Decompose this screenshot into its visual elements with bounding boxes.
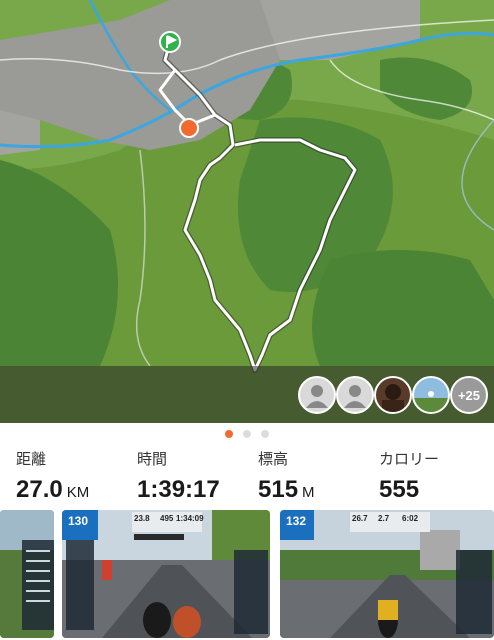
stat-calories: カロリー 555 — [379, 448, 440, 503]
finish-dot-icon — [179, 118, 199, 138]
start-flag-icon — [159, 31, 181, 53]
athlete-photo-avatar[interactable] — [412, 376, 450, 414]
screenshot-thumbnail[interactable]: 132 26.7 2.7 6:02 — [280, 510, 494, 638]
power-readout: 132 — [286, 514, 307, 528]
power-readout: 130 — [68, 514, 89, 528]
distance-readout: 2.7 — [378, 514, 390, 523]
time-readout: 1:34:09 — [176, 514, 204, 523]
default-user-icon[interactable] — [298, 376, 336, 414]
page-indicator — [0, 428, 494, 440]
screenshot-thumbnail[interactable] — [0, 510, 54, 638]
stat-unit: M — [302, 484, 315, 501]
stat-label: カロリー — [379, 451, 440, 468]
time-readout: 6:02 — [402, 514, 419, 523]
page-dot-active[interactable] — [225, 430, 233, 438]
stat-elevation: 標高 515 M — [258, 448, 315, 503]
stat-time: 時間 1:39:17 — [137, 448, 220, 503]
stat-value: 555 — [379, 476, 420, 503]
stat-label: 時間 — [137, 451, 168, 468]
more-athletes-badge[interactable]: +25 — [450, 376, 488, 414]
stat-value: 1:39:17 — [137, 476, 220, 503]
activity-stats: 距離 27.0 KM 時間 1:39:17 標高 515 M カロリー 555 — [0, 448, 494, 504]
stat-label: 距離 — [16, 451, 47, 468]
screenshot-thumbnail[interactable]: 130 23.8 495 1:34:09 — [62, 510, 270, 638]
page-dot[interactable] — [261, 430, 269, 438]
page-dot[interactable] — [243, 430, 251, 438]
ride-screenshots: 130 23.8 495 1:34:09 132 26.7 2.7 6:02 — [0, 510, 494, 640]
default-user-icon[interactable] — [336, 376, 374, 414]
stat-value: 515 — [258, 476, 299, 503]
stat-distance: 距離 27.0 KM — [16, 448, 89, 503]
stat-unit: KM — [66, 484, 90, 501]
distance-readout: 495 — [160, 514, 174, 523]
speed-readout: 23.8 — [134, 514, 150, 523]
speed-readout: 26.7 — [352, 514, 368, 523]
stat-label: 標高 — [258, 451, 289, 468]
stat-value: 27.0 — [16, 476, 63, 503]
athlete-photo-avatar[interactable] — [374, 376, 412, 414]
route-map[interactable] — [0, 0, 494, 423]
